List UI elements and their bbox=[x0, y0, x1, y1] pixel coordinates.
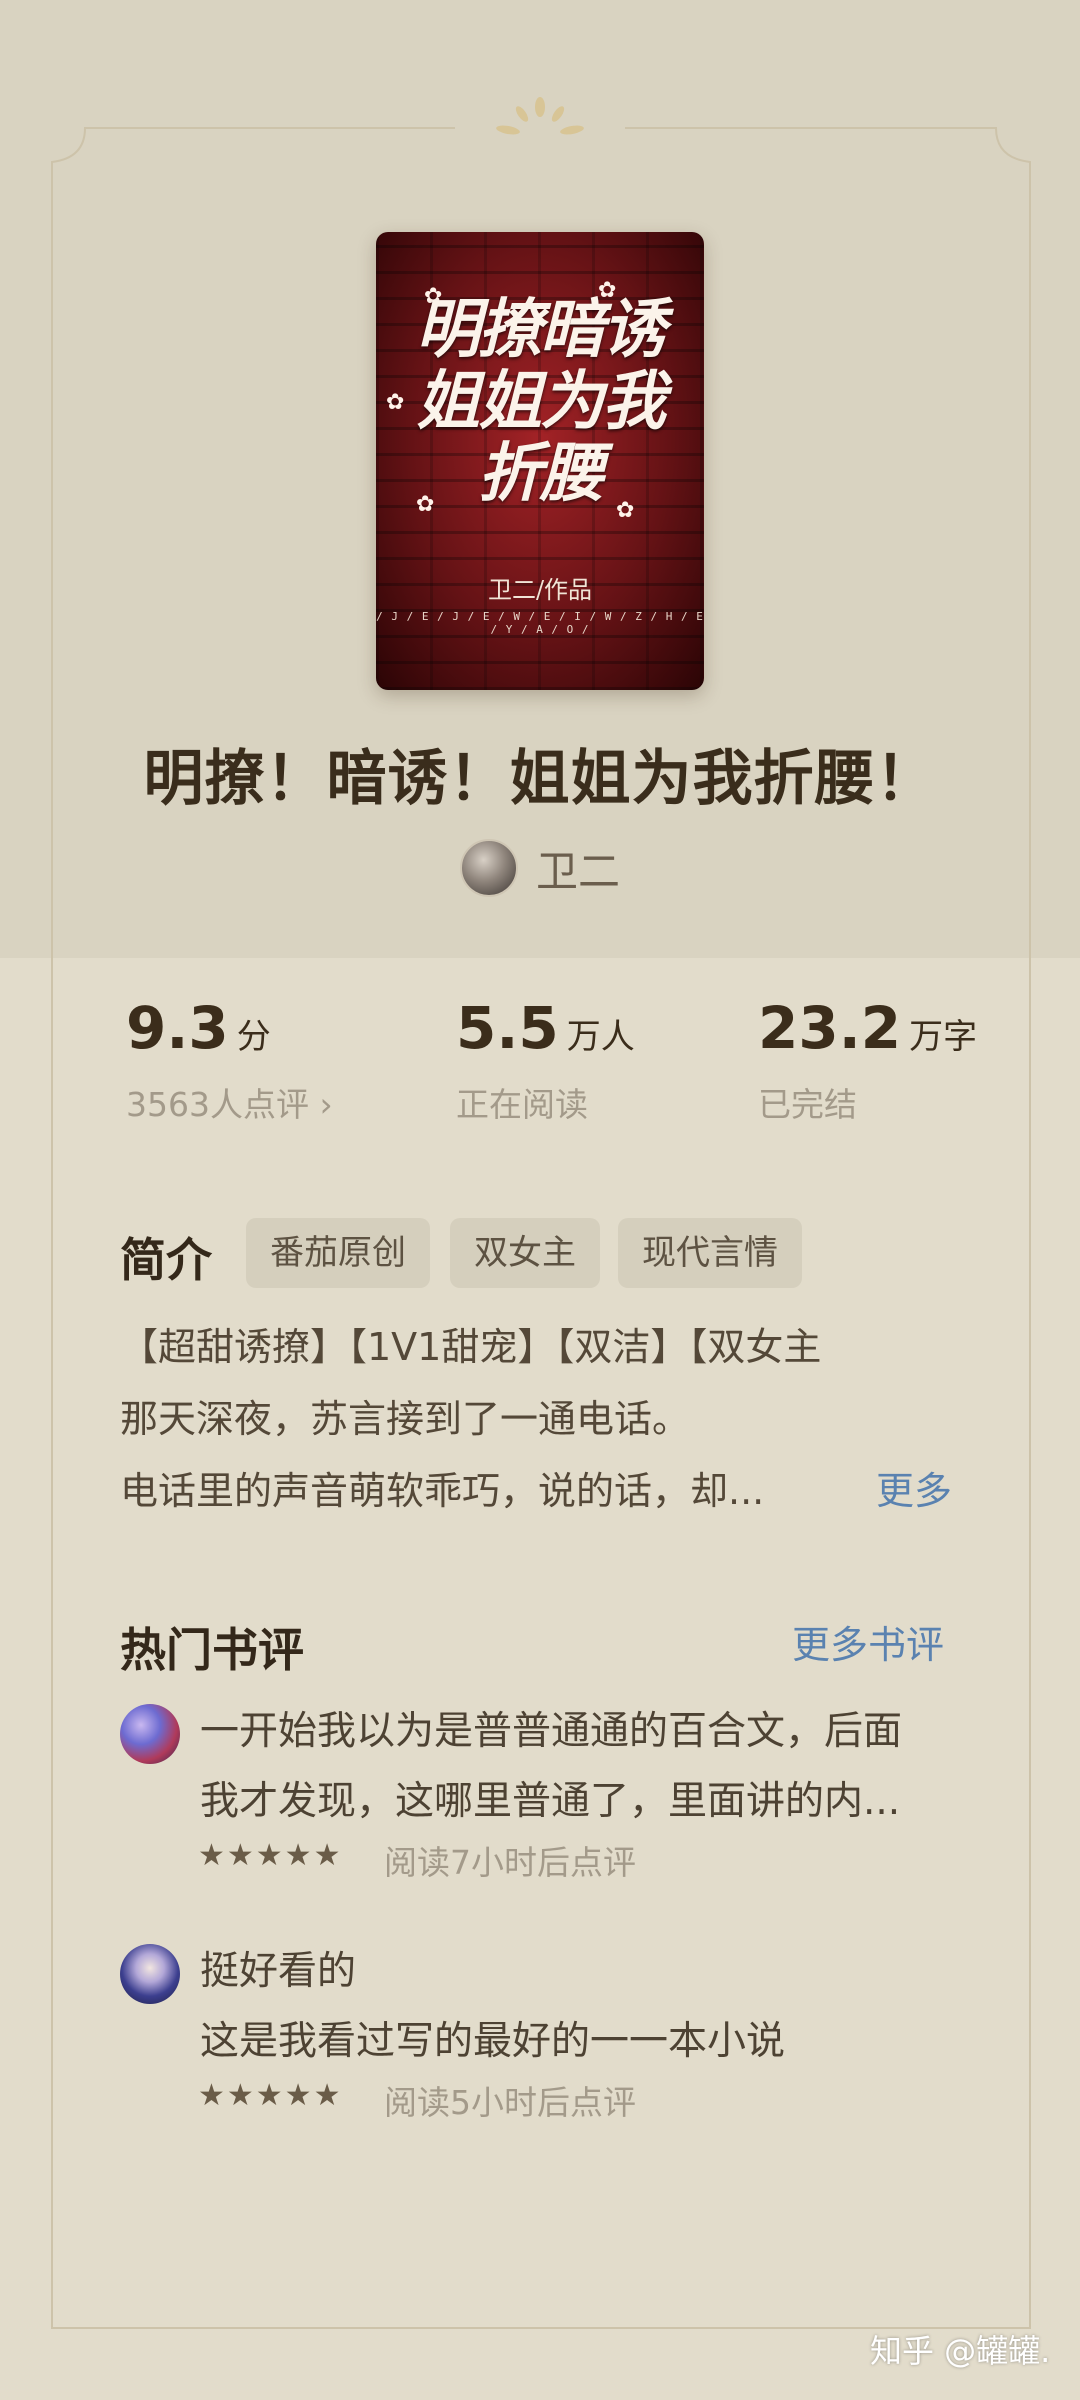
readers-stat: 5.5 万人 正在阅读 bbox=[456, 994, 635, 1124]
reviewer-avatar[interactable] bbox=[120, 1944, 180, 2004]
cover-title: 明撩暗诱 姐姐为我 折腰 bbox=[416, 292, 666, 511]
reviewer-avatar[interactable] bbox=[120, 1704, 180, 1764]
tag-chip[interactable]: 双女主 bbox=[450, 1218, 600, 1288]
book-cover[interactable]: ✿ ✿ ✿ ✿ ✿ 明撩暗诱 姐姐为我 折腰 卫二/作品 / J / E / J… bbox=[376, 232, 704, 690]
intro-text-line: 电话里的声音萌软乖巧，说的话，却... bbox=[120, 1469, 765, 1513]
words-value: 23.2 bbox=[758, 994, 902, 1062]
review-text-line[interactable]: 挺好看的 bbox=[200, 1940, 356, 1996]
reviews-title: 热门书评 bbox=[120, 1623, 304, 1677]
review-meta: 阅读7小时后点评 bbox=[384, 1843, 636, 1882]
more-reviews-link[interactable]: 更多书评 bbox=[792, 1614, 944, 1669]
words-stat: 23.2 万字 已完结 bbox=[758, 994, 978, 1124]
watermark: 知乎 @罐罐. bbox=[870, 2332, 1051, 2370]
intro-title: 简介 bbox=[120, 1233, 212, 1287]
intro-text-line: 【超甜诱撩】【1V1甜宠】【双洁】【双女主 bbox=[120, 1325, 822, 1369]
book-title: 明撩！暗诱！姐姐为我折腰！ bbox=[143, 744, 937, 814]
review-text-line[interactable]: 一开始我以为是普普通通的百合文，后面 bbox=[200, 1700, 902, 1756]
review-text-line[interactable]: 我才发现，这哪里普通了，里面讲的内... bbox=[200, 1770, 900, 1826]
author-name[interactable]: 卫二 bbox=[536, 838, 620, 899]
review-meta: 阅读5小时后点评 bbox=[384, 2083, 636, 2122]
author-avatar[interactable] bbox=[459, 839, 518, 897]
review-text-line[interactable]: 这是我看过写的最好的一一本小说 bbox=[200, 2010, 785, 2066]
readers-value: 5.5 bbox=[456, 994, 559, 1062]
rating-stars: ★★★★★ bbox=[198, 2078, 343, 2113]
cover-author: 卫二/作品 bbox=[487, 576, 593, 604]
readers-label: 正在阅读 bbox=[456, 1085, 588, 1124]
status-label: 已完结 bbox=[758, 1085, 857, 1124]
rating-unit: 分 bbox=[236, 1017, 271, 1057]
rating-stars: ★★★★★ bbox=[198, 1838, 343, 1873]
rating-count-link[interactable]: 3563人点评 › bbox=[126, 1078, 333, 1126]
readers-unit: 万人 bbox=[566, 1017, 635, 1057]
author-row[interactable]: 卫二 bbox=[0, 838, 1080, 898]
intro-text-line: 那天深夜，苏言接到了一通电话。 bbox=[120, 1397, 691, 1441]
cover-letters: / J / E / J / E / W / E / I / W / Z / H … bbox=[376, 610, 704, 636]
tag-chip[interactable]: 番茄原创 bbox=[246, 1218, 430, 1288]
rating-stat[interactable]: 9.3 分 3563人点评 › bbox=[126, 994, 333, 1124]
intro-more-link[interactable]: 更多 bbox=[876, 1460, 952, 1515]
words-unit: 万字 bbox=[909, 1017, 978, 1057]
rating-value: 9.3 bbox=[126, 994, 229, 1062]
tag-chip[interactable]: 现代言情 bbox=[618, 1218, 802, 1288]
